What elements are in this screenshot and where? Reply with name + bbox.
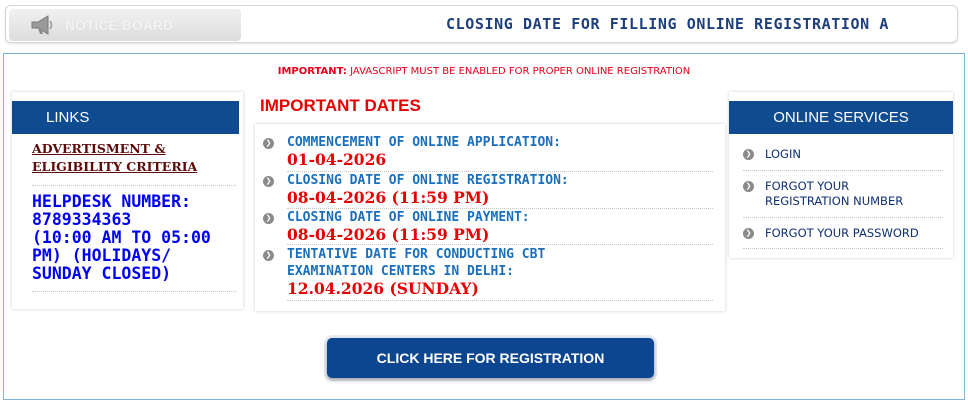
notice-bar: NOTICE BOARD CLOSING DATE FOR FILLING ON… <box>5 5 958 43</box>
advertisement-link[interactable]: ADVERTISMENT & ELIGIBILITY CRITERIA <box>32 140 232 176</box>
divider <box>32 291 236 292</box>
chevron-right-icon: ❯ <box>263 213 274 224</box>
divider <box>32 185 236 186</box>
helpdesk-line: (10:00 AM TO 05:00 <box>32 228 211 247</box>
chevron-right-icon: ❯ <box>743 181 754 192</box>
megaphone-icon <box>31 15 53 35</box>
date-label: CLOSING DATE OF ONLINE REGISTRATION: <box>287 173 569 188</box>
divider <box>287 244 713 245</box>
divider <box>743 248 943 249</box>
forgot-registration-label-line2[interactable]: REGISTRATION NUMBER <box>765 194 903 209</box>
helpdesk-line: PM) (HOLIDAYS/ <box>32 246 172 265</box>
warning-text: JAVASCRIPT MUST BE ENABLED FOR PROPER ON… <box>350 66 691 77</box>
date-value: 08-04-2026 (11:59 PM) <box>287 188 490 207</box>
date-value: 12.04.2026 (SUNDAY) <box>287 279 479 298</box>
important-dates-panel: ❯ COMMENCEMENT OF ONLINE APPLICATION: 01… <box>255 124 725 311</box>
helpdesk-info: HELPDESK NUMBER: 8789334363 (10:00 AM TO… <box>32 193 238 283</box>
date-value: 01-04-2026 <box>287 150 387 169</box>
divider <box>743 217 943 218</box>
chevron-right-icon: ❯ <box>743 149 754 160</box>
helpdesk-phone: 8789334363 <box>32 210 132 229</box>
registration-button[interactable]: CLICK HERE FOR REGISTRATION <box>327 338 654 378</box>
notice-board-tab: NOTICE BOARD <box>9 9 241 41</box>
javascript-warning: IMPORTANT: JAVASCRIPT MUST BE ENABLED FO… <box>4 66 964 77</box>
notice-board-label: NOTICE BOARD <box>65 17 174 33</box>
divider <box>287 300 713 301</box>
links-header: LINKS <box>12 101 239 134</box>
login-label[interactable]: LOGIN <box>765 147 801 162</box>
date-value: 08-04-2026 (11:59 PM) <box>287 225 490 244</box>
chevron-right-icon: ❯ <box>263 138 274 149</box>
forgot-password-label[interactable]: FORGOT YOUR PASSWORD <box>765 226 919 241</box>
warning-prefix: IMPORTANT: <box>277 66 347 77</box>
divider <box>743 170 943 171</box>
online-services-header: ONLINE SERVICES <box>729 101 953 134</box>
helpdesk-line: HELPDESK NUMBER: <box>32 192 191 211</box>
chevron-right-icon: ❯ <box>263 176 274 187</box>
date-label: TENTATIVE DATE FOR CONDUCTING CBT <box>287 247 546 262</box>
important-dates-title: IMPORTANT DATES <box>260 96 421 115</box>
forgot-registration-label[interactable]: FORGOT YOUR <box>765 179 849 194</box>
date-label: CLOSING DATE OF ONLINE PAYMENT: <box>287 210 530 225</box>
online-services-panel: ONLINE SERVICES ❯ LOGIN ❯ FORGOT YOUR RE… <box>729 92 953 258</box>
main-content: IMPORTANT: JAVASCRIPT MUST BE ENABLED FO… <box>3 53 965 400</box>
date-label-line2: EXAMINATION CENTERS IN DELHI: <box>287 264 514 279</box>
helpdesk-line: SUNDAY CLOSED) <box>32 264 172 283</box>
date-label: COMMENCEMENT OF ONLINE APPLICATION: <box>287 135 561 150</box>
chevron-right-icon: ❯ <box>743 228 754 239</box>
notice-scrolling-text[interactable]: CLOSING DATE FOR FILLING ONLINE REGISTRA… <box>446 15 889 33</box>
links-panel: LINKS ADVERTISMENT & ELIGIBILITY CRITERI… <box>12 92 243 309</box>
chevron-right-icon: ❯ <box>263 250 274 261</box>
